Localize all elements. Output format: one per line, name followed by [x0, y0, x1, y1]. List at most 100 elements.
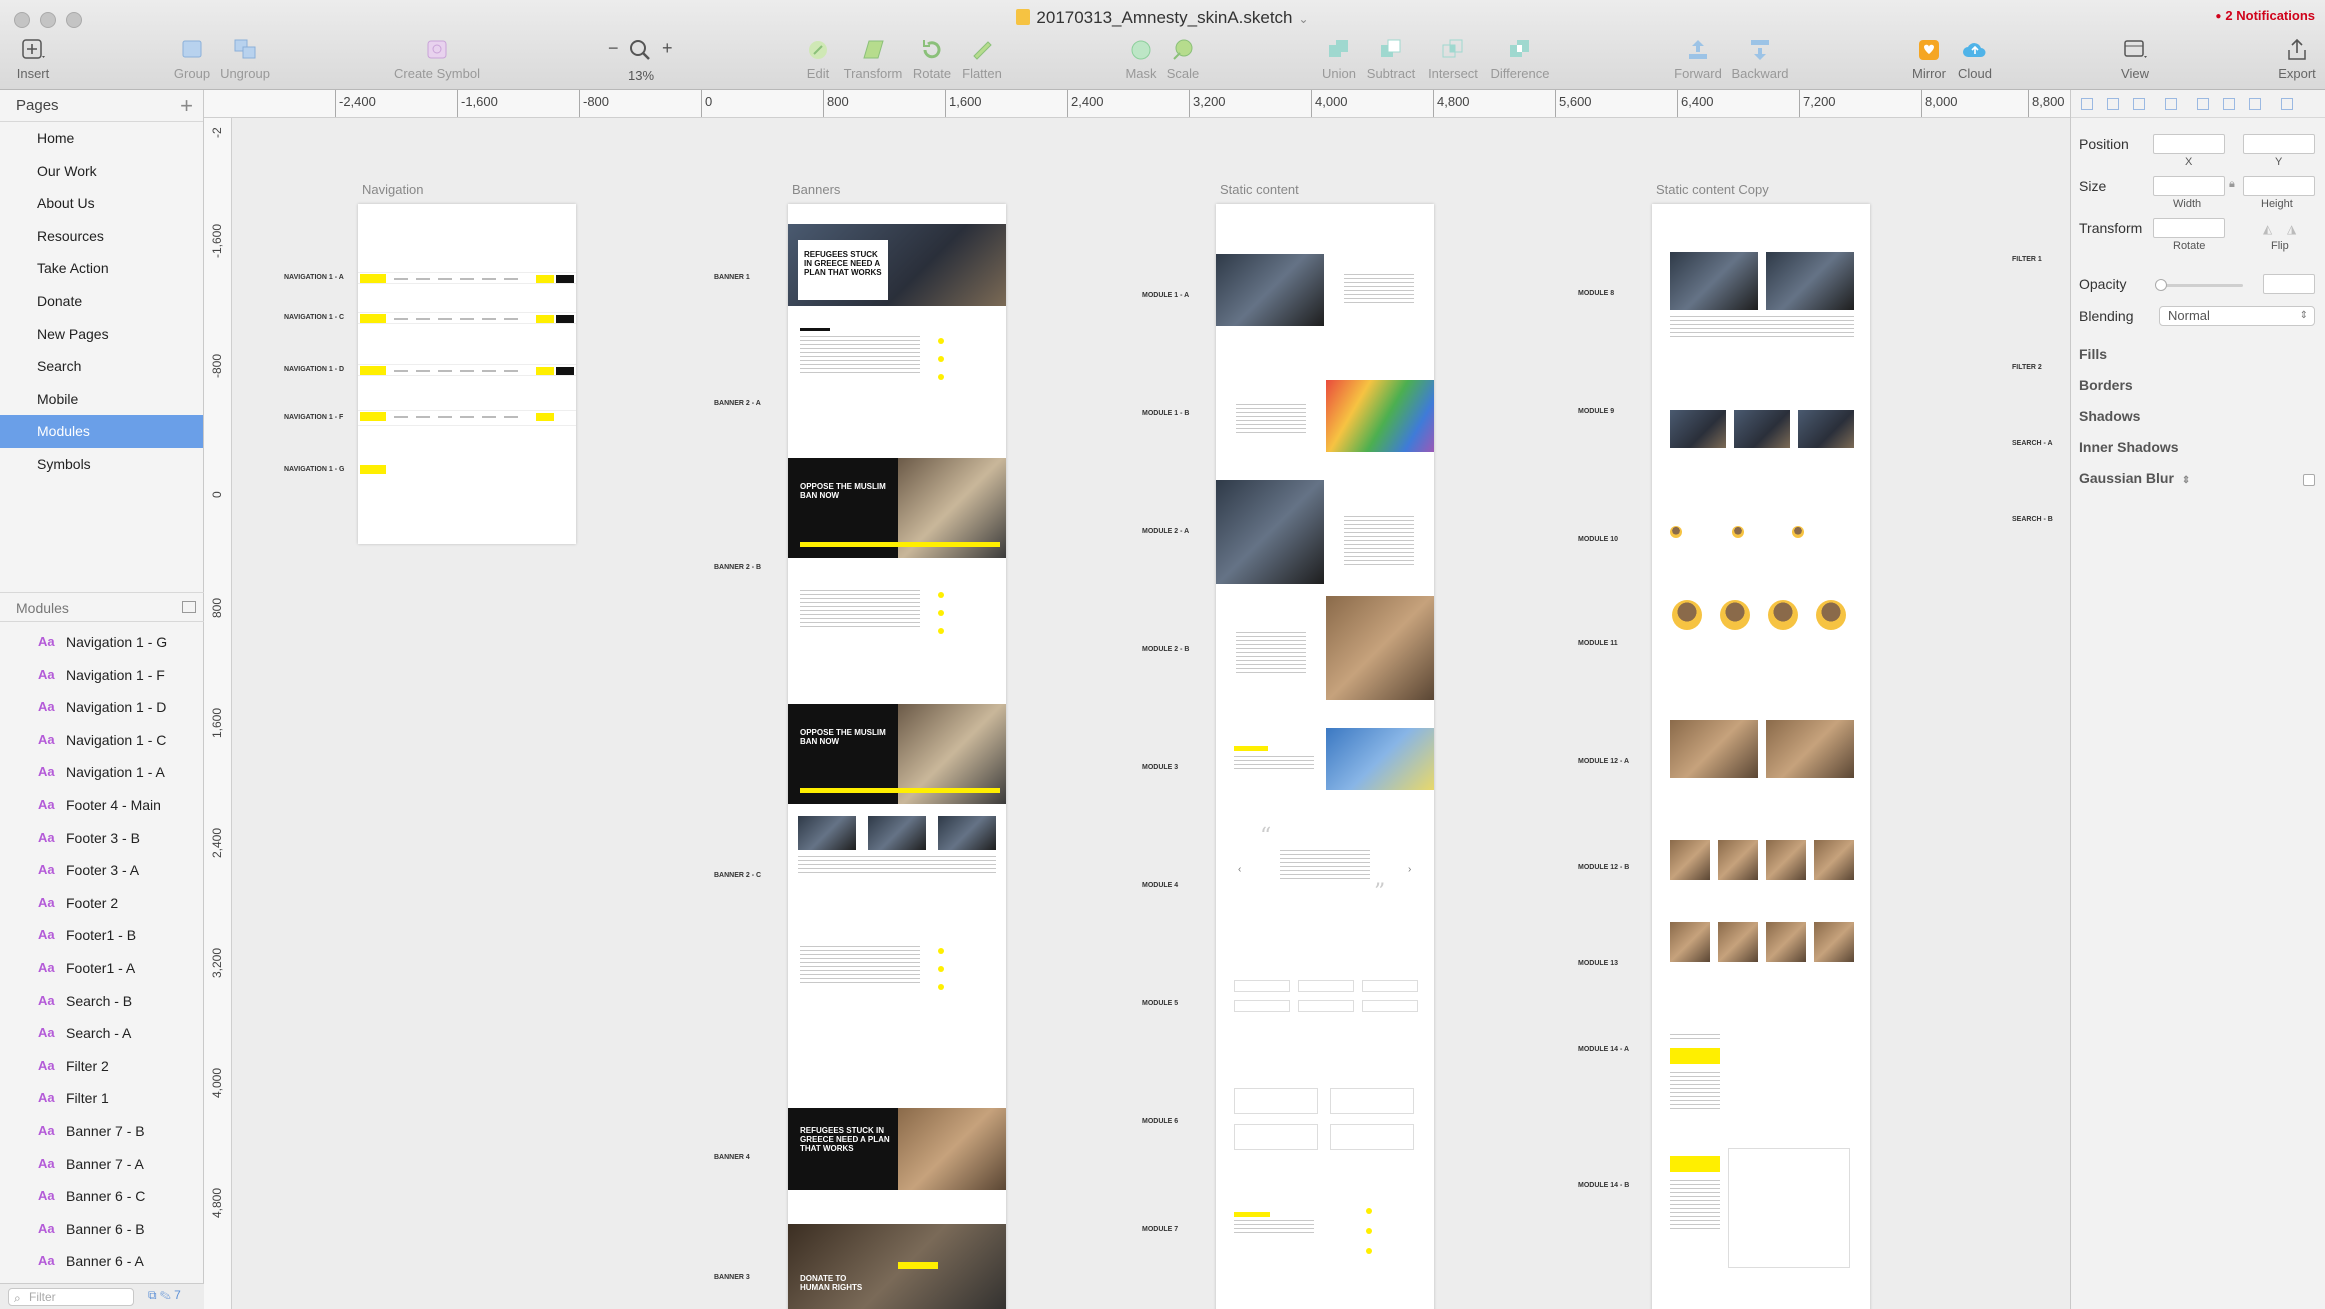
layer-item[interactable]: Aa Navigation 1 - D	[0, 691, 204, 724]
vertical-ruler[interactable]: -2 -1,600 -800 0 800 1,600 2,400 3,200 4…	[204, 118, 232, 1309]
position-x-input[interactable]	[2153, 134, 2225, 154]
collapse-layers-icon[interactable]	[182, 601, 196, 613]
page-item-our-work[interactable]: Our Work	[0, 155, 203, 188]
card-photo	[868, 816, 926, 850]
ungroup-button[interactable]: Ungroup	[200, 38, 290, 81]
layer-item[interactable]: Aa Navigation 1 - A	[0, 756, 204, 789]
zoom-out-button[interactable]: −	[608, 38, 619, 59]
chevron-left-icon[interactable]: ‹	[1238, 864, 1241, 875]
banner-headline: DONATE TO HUMAN RIGHTS	[800, 1274, 863, 1292]
distribute-horizontal-icon[interactable]	[2165, 98, 2177, 110]
filter-options[interactable]: ⧉ ✎ 7	[148, 1288, 181, 1303]
page-item-donate[interactable]: Donate	[0, 285, 203, 318]
flip-buttons[interactable]: ◭ ◮	[2243, 218, 2315, 238]
layer-item[interactable]: Aa Filter 2	[0, 1050, 204, 1083]
ruler-tick: 3,200	[1189, 90, 1226, 117]
align-right-icon[interactable]	[2133, 98, 2145, 110]
inner-shadows-section[interactable]: Inner Shadows	[2079, 439, 2179, 455]
export-button[interactable]: Export	[2252, 38, 2325, 81]
position-y-input[interactable]	[2243, 134, 2315, 154]
page-item-resources[interactable]: Resources	[0, 220, 203, 253]
artboard-label: BANNER 3	[714, 1274, 750, 1281]
layer-item[interactable]: Aa Footer 2	[0, 887, 204, 920]
borders-section[interactable]: Borders	[2079, 377, 2133, 393]
distribute-vertical-icon[interactable]	[2281, 98, 2293, 110]
page-item-search[interactable]: Search	[0, 350, 203, 383]
layer-item[interactable]: Aa Footer 4 - Main	[0, 789, 204, 822]
text-layer-icon: Aa	[38, 699, 55, 715]
layer-item[interactable]: Aa Footer1 - A	[0, 952, 204, 985]
flip-vertical-icon[interactable]: ◮	[2287, 222, 2296, 236]
artboard-label: MODULE 8	[1578, 290, 1615, 297]
artboard-title-static[interactable]: Static content	[1220, 182, 1299, 197]
create-symbol-button[interactable]: Create Symbol	[392, 38, 482, 81]
flatten-button[interactable]: Flatten	[937, 38, 1027, 81]
opacity-slider[interactable]	[2159, 284, 2243, 287]
flip-horizontal-icon[interactable]: ◭	[2263, 222, 2272, 236]
blending-select[interactable]: Normal ⇕	[2159, 306, 2315, 326]
horizontal-ruler[interactable]: -2,400 -1,600 -800 0 800 1,600 2,400 3,2…	[204, 90, 2070, 118]
page-item-home[interactable]: Home	[0, 122, 203, 155]
cloud-button[interactable]: Cloud	[1930, 38, 2020, 81]
shadows-section[interactable]: Shadows	[2079, 408, 2140, 424]
layer-item[interactable]: Aa Banner 6 - B	[0, 1213, 204, 1246]
layer-item[interactable]: Aa Banner 6 - C	[0, 1180, 204, 1213]
layer-item[interactable]: Aa Navigation 1 - C	[0, 724, 204, 757]
align-center-icon[interactable]	[2107, 98, 2119, 110]
align-left-icon[interactable]	[2081, 98, 2093, 110]
opacity-input[interactable]	[2263, 274, 2315, 294]
backward-button[interactable]: Backward	[1715, 38, 1805, 81]
difference-button[interactable]: Difference	[1475, 38, 1565, 81]
layer-item[interactable]: Aa Search - A	[0, 1017, 204, 1050]
artboard-static-content-copy[interactable]	[1652, 204, 1870, 1309]
layer-item[interactable]: Aa Footer 3 - B	[0, 822, 204, 855]
layer-item[interactable]: Aa Footer 3 - A	[0, 854, 204, 887]
layer-item[interactable]: Aa Banner 6 - A	[0, 1245, 204, 1278]
align-middle-icon[interactable]	[2223, 98, 2235, 110]
artboard-title-banners[interactable]: Banners	[792, 182, 840, 197]
artboard-label: MODULE 9	[1578, 408, 1615, 415]
artboard-title-static-copy[interactable]: Static content Copy	[1656, 182, 1769, 197]
scale-button[interactable]: Scale	[1138, 38, 1228, 81]
layer-item[interactable]: Aa Search - B	[0, 985, 204, 1018]
artboard-label: SEARCH - B	[2012, 516, 2053, 523]
layer-filter-input[interactable]: ⌕ Filter	[8, 1288, 134, 1306]
add-page-icon[interactable]: +	[180, 90, 193, 122]
gaussian-blur-checkbox[interactable]	[2303, 474, 2315, 486]
artboard-title-navigation[interactable]: Navigation	[362, 182, 423, 197]
page-item-symbols[interactable]: Symbols	[0, 448, 203, 481]
height-input[interactable]	[2243, 176, 2315, 196]
width-input[interactable]	[2153, 176, 2225, 196]
insert-button[interactable]: Insert	[0, 38, 78, 81]
page-item-new-pages[interactable]: New Pages	[0, 318, 203, 351]
rotate-input[interactable]	[2153, 218, 2225, 238]
notifications-badge[interactable]: 2 Notifications	[2215, 8, 2315, 23]
zoom-level[interactable]: 13%	[628, 68, 654, 83]
layer-item[interactable]: Aa Navigation 1 - G	[0, 626, 204, 659]
view-button[interactable]: View	[2090, 38, 2180, 81]
layer-item[interactable]: Aa Banner 7 - B	[0, 1115, 204, 1148]
page-item-modules[interactable]: Modules	[0, 415, 203, 448]
page-item-take-action[interactable]: Take Action	[0, 252, 203, 285]
opacity-slider-knob[interactable]	[2155, 279, 2167, 291]
artboard-navigation[interactable]	[358, 204, 576, 544]
design-canvas[interactable]: Navigation NAVIGATION 1 - A NAVIGATION 1…	[232, 118, 2070, 1309]
align-bottom-icon[interactable]	[2249, 98, 2261, 110]
page-item-mobile[interactable]: Mobile	[0, 383, 203, 416]
layer-item[interactable]: Aa Navigation 1 - F	[0, 659, 204, 692]
lock-icon[interactable]: 🔒︎	[2229, 178, 2235, 191]
align-top-icon[interactable]	[2197, 98, 2209, 110]
chevron-right-icon[interactable]: ›	[1408, 864, 1411, 875]
ruler-tick: 800	[210, 597, 224, 618]
document-title[interactable]: 20170313_Amnesty_skinA.sketch ⌄	[0, 8, 2325, 28]
layer-item[interactable]: Aa Banner 7 - A	[0, 1148, 204, 1181]
text-block	[800, 590, 920, 630]
artboard-static-content[interactable]: “ ” ‹ ›	[1216, 204, 1434, 1309]
layer-item[interactable]: Aa Filter 1	[0, 1082, 204, 1115]
fills-section[interactable]: Fills	[2079, 346, 2107, 362]
artboard-banners[interactable]: REFUGEES STUCK IN GREECE NEED A PLAN THA…	[788, 204, 1006, 1309]
zoom-in-button[interactable]: +	[662, 38, 673, 59]
gaussian-blur-section[interactable]: Gaussian Blur ⇕	[2079, 470, 2190, 486]
page-item-about-us[interactable]: About Us	[0, 187, 203, 220]
layer-item[interactable]: Aa Footer1 - B	[0, 919, 204, 952]
